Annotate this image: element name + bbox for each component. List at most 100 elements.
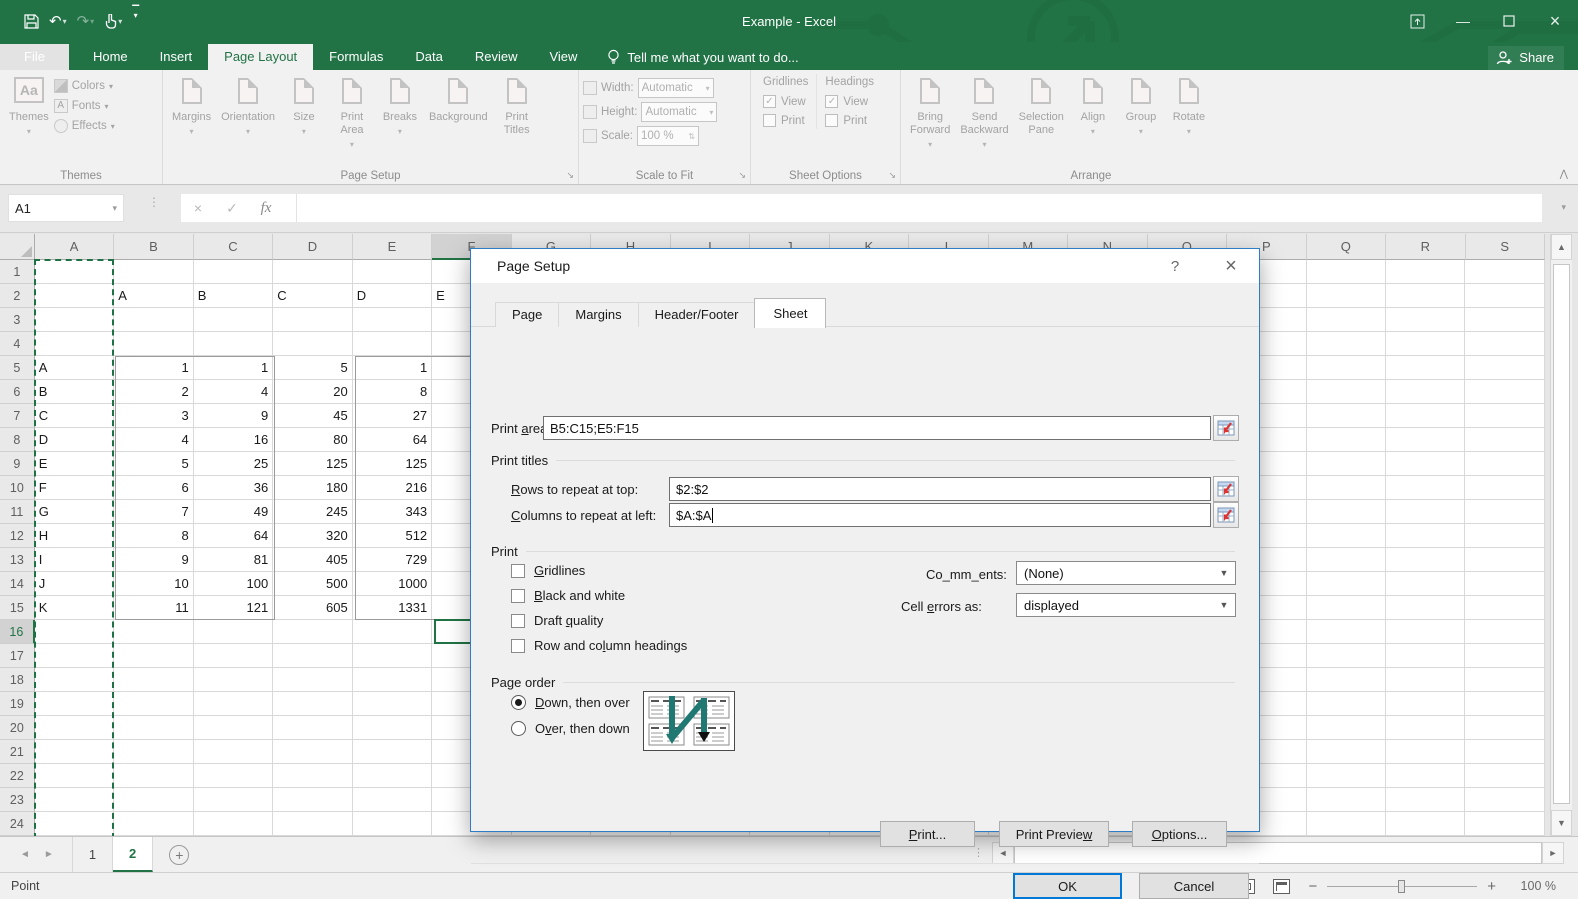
grid-cell-s3[interactable] — [1465, 308, 1544, 332]
dialog-close-icon[interactable]: × — [1203, 249, 1259, 283]
grid-cell-q6[interactable] — [1307, 380, 1386, 404]
column-header-c[interactable]: C — [194, 234, 273, 260]
grid-cell-s1[interactable] — [1465, 260, 1544, 284]
grid-cell-b10[interactable]: 6 — [114, 476, 193, 500]
size-button[interactable]: Size▾ — [280, 74, 328, 154]
grid-cell-r23[interactable] — [1386, 788, 1465, 812]
grid-cell-r6[interactable] — [1386, 380, 1465, 404]
themes-button[interactable]: Aa Themes▾ — [4, 74, 54, 141]
colors-button[interactable]: Colors▾ — [54, 79, 115, 93]
grid-cell-c24[interactable] — [194, 812, 273, 836]
rotate-button[interactable]: Rotate▾ — [1165, 74, 1213, 154]
grid-cell-c9[interactable]: 25 — [194, 452, 273, 476]
grid-cell-a13[interactable]: I — [35, 548, 114, 572]
grid-cell-r16[interactable] — [1386, 620, 1465, 644]
grid-cell-a17[interactable] — [35, 644, 114, 668]
grid-cell-b4[interactable] — [114, 332, 193, 356]
grid-cell-e8[interactable]: 64 — [353, 428, 432, 452]
name-box[interactable]: A1▾ — [8, 194, 124, 222]
grid-cell-a4[interactable] — [35, 332, 114, 356]
grid-cell-s16[interactable] — [1465, 620, 1544, 644]
grid-cell-c23[interactable] — [194, 788, 273, 812]
grid-cell-c6[interactable]: 4 — [194, 380, 273, 404]
grid-cell-d9[interactable]: 125 — [273, 452, 352, 476]
grid-cell-d14[interactable]: 500 — [273, 572, 352, 596]
grid-cell-r2[interactable] — [1386, 284, 1465, 308]
options-button[interactable]: Options... — [1132, 821, 1227, 847]
collapse-ribbon-icon[interactable]: ⋀ — [1560, 169, 1568, 180]
grid-cell-c14[interactable]: 100 — [194, 572, 273, 596]
grid-cell-d17[interactable] — [273, 644, 352, 668]
print-area-field[interactable]: B5:C15;E5:F15 — [543, 416, 1211, 440]
grid-cell-e23[interactable] — [353, 788, 432, 812]
row-header-23[interactable]: 23 — [0, 788, 35, 812]
row-header-12[interactable]: 12 — [0, 524, 35, 548]
grid-cell-r4[interactable] — [1386, 332, 1465, 356]
scale-to-fit-dialog-launcher-icon[interactable]: ↘ — [738, 170, 746, 181]
grid-cell-a9[interactable]: E — [35, 452, 114, 476]
page-setup-dialog-launcher-icon[interactable]: ↘ — [566, 170, 574, 181]
selection-pane-button[interactable]: SelectionPane — [1014, 74, 1069, 154]
row-header-24[interactable]: 24 — [0, 812, 35, 836]
grid-cell-r14[interactable] — [1386, 572, 1465, 596]
sheet-nav-forward-icon[interactable]: ► — [44, 849, 54, 860]
grid-cell-r9[interactable] — [1386, 452, 1465, 476]
grid-cell-r21[interactable] — [1386, 740, 1465, 764]
grid-cell-r10[interactable] — [1386, 476, 1465, 500]
grid-cell-c1[interactable] — [194, 260, 273, 284]
grid-cell-e18[interactable] — [353, 668, 432, 692]
grid-cell-q7[interactable] — [1307, 404, 1386, 428]
comments-dropdown[interactable]: (None)▼ — [1016, 561, 1236, 585]
grid-cell-q4[interactable] — [1307, 332, 1386, 356]
grid-cell-a12[interactable]: H — [35, 524, 114, 548]
bring-forward-button[interactable]: BringForward▾ — [905, 74, 955, 154]
ribbon-tab-data[interactable]: Data — [399, 44, 458, 70]
row-header-6[interactable]: 6 — [0, 380, 35, 404]
zoom-out-icon[interactable]: − — [1308, 878, 1317, 895]
grid-cell-b13[interactable]: 9 — [114, 548, 193, 572]
row-header-16[interactable]: 16 — [0, 620, 35, 644]
print-button[interactable]: Print... — [880, 821, 975, 847]
touch-mode-icon[interactable]: ▾ — [100, 8, 126, 34]
grid-cell-q8[interactable] — [1307, 428, 1386, 452]
grid-cell-a21[interactable] — [35, 740, 114, 764]
ribbon-tab-formulas[interactable]: Formulas — [313, 44, 399, 70]
maximize-icon[interactable] — [1486, 0, 1532, 42]
scale-height-combo[interactable]: Automatic▾ — [641, 102, 717, 122]
column-header-a[interactable]: A — [35, 234, 114, 260]
grid-cell-s8[interactable] — [1465, 428, 1544, 452]
grid-cell-r13[interactable] — [1386, 548, 1465, 572]
grid-cell-d24[interactable] — [273, 812, 352, 836]
row-header-19[interactable]: 19 — [0, 692, 35, 716]
scroll-right-icon[interactable]: ► — [1542, 842, 1564, 864]
grid-cell-s2[interactable] — [1465, 284, 1544, 308]
row-header-15[interactable]: 15 — [0, 596, 35, 620]
scrollbar-splitter[interactable]: ⋮ — [973, 851, 984, 855]
new-sheet-icon[interactable]: + — [169, 845, 189, 865]
grid-cell-q9[interactable] — [1307, 452, 1386, 476]
rows-to-repeat-field[interactable]: $2:$2 — [669, 477, 1211, 501]
grid-cell-r8[interactable] — [1386, 428, 1465, 452]
grid-cell-s7[interactable] — [1465, 404, 1544, 428]
grid-cell-c5[interactable]: 1 — [194, 356, 273, 380]
grid-cell-a16[interactable] — [35, 620, 114, 644]
checkbox-draft-quality[interactable]: Draft quality — [511, 613, 603, 628]
ribbon-tab-view[interactable]: View — [533, 44, 593, 70]
align-button[interactable]: Align▾ — [1069, 74, 1117, 154]
grid-cell-s22[interactable] — [1465, 764, 1544, 788]
fonts-button[interactable]: AFonts▾ — [54, 99, 115, 113]
background-button[interactable]: Background — [424, 74, 493, 154]
scroll-down-icon[interactable]: ▼ — [1551, 810, 1572, 836]
ribbon-tab-page-layout[interactable]: Page Layout — [208, 44, 313, 70]
grid-cell-s13[interactable] — [1465, 548, 1544, 572]
grid-cell-b24[interactable] — [114, 812, 193, 836]
grid-cell-r18[interactable] — [1386, 668, 1465, 692]
row-header-10[interactable]: 10 — [0, 476, 35, 500]
grid-cell-e1[interactable] — [353, 260, 432, 284]
collapse-dialog-icon[interactable] — [1213, 415, 1239, 441]
grid-cell-d23[interactable] — [273, 788, 352, 812]
grid-cell-q5[interactable] — [1307, 356, 1386, 380]
grid-cell-d6[interactable]: 20 — [273, 380, 352, 404]
grid-cell-b3[interactable] — [114, 308, 193, 332]
grid-cell-a6[interactable]: B — [35, 380, 114, 404]
